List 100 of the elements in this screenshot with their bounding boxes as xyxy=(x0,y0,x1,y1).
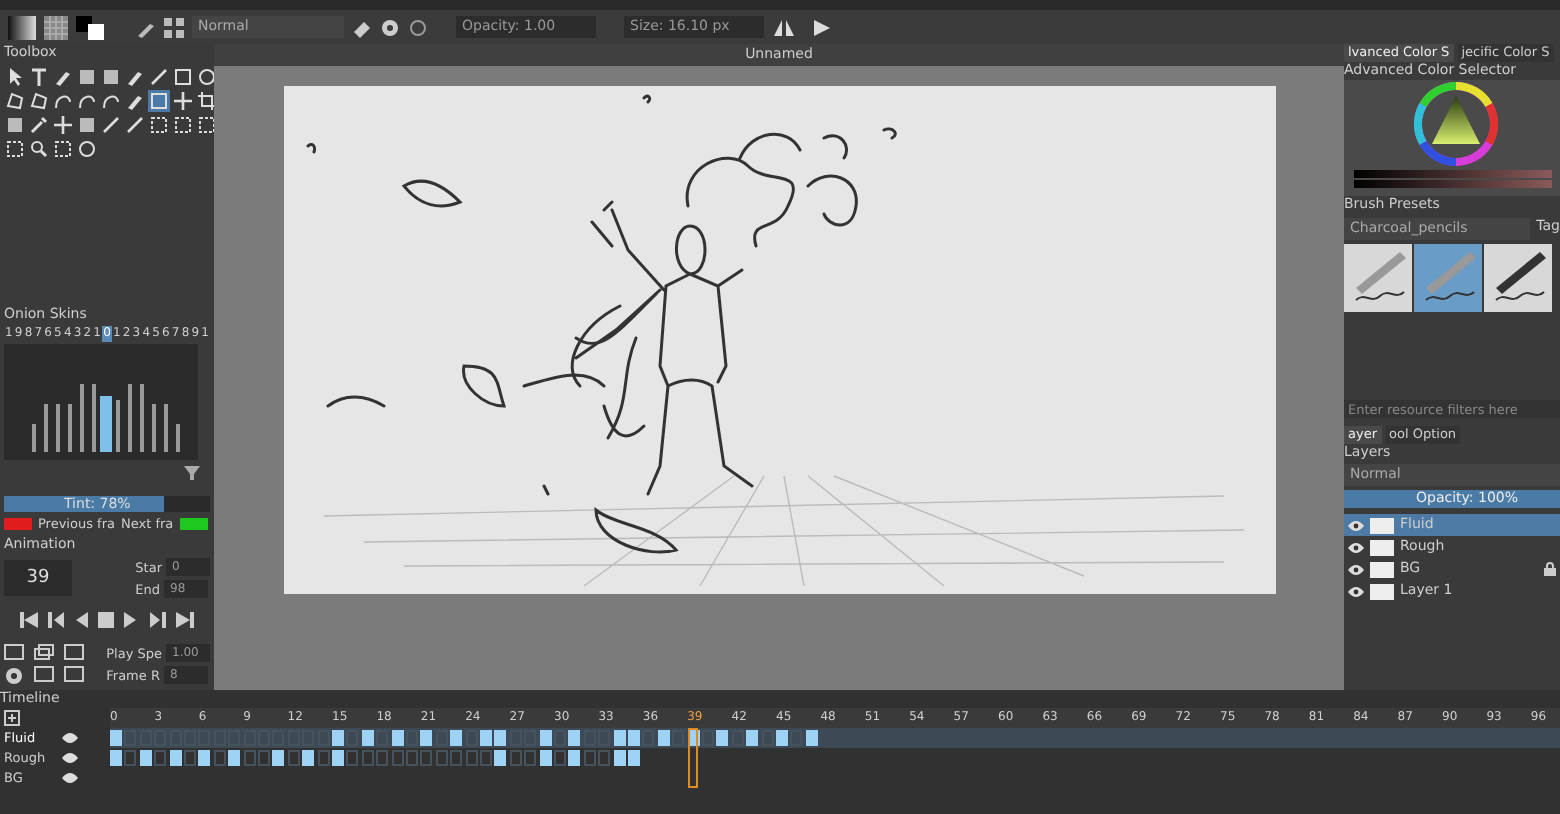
keyframe[interactable] xyxy=(539,730,552,746)
keyframe[interactable] xyxy=(169,750,182,766)
curve-tool-icon[interactable] xyxy=(52,90,74,112)
brush-tool-icon[interactable] xyxy=(52,66,74,88)
empty-frame-cell[interactable] xyxy=(598,730,611,746)
empty-frame-cell[interactable] xyxy=(317,730,330,746)
keyframe[interactable] xyxy=(420,730,433,746)
empty-frame-cell[interactable] xyxy=(435,750,448,766)
eye-icon[interactable] xyxy=(1348,585,1364,597)
ellipse-tool-icon[interactable] xyxy=(76,138,98,160)
current-frame-field[interactable]: 39 xyxy=(4,560,72,596)
ellipse-tool-icon[interactable] xyxy=(196,66,214,88)
skip-start-icon[interactable] xyxy=(20,612,39,628)
keyframe[interactable] xyxy=(272,750,285,766)
keyframe[interactable] xyxy=(228,750,241,766)
keyframe[interactable] xyxy=(657,730,670,746)
step-forward-icon[interactable] xyxy=(147,612,166,628)
color-swatch-icon[interactable] xyxy=(76,15,104,39)
gear-icon[interactable] xyxy=(380,17,400,37)
select-tool-icon[interactable] xyxy=(148,114,170,136)
empty-frame-cell[interactable] xyxy=(790,730,803,746)
timeline-track[interactable] xyxy=(110,728,1560,748)
curve-tool-icon[interactable] xyxy=(100,90,122,112)
empty-frame-cell[interactable] xyxy=(258,730,270,746)
empty-frame-cell[interactable] xyxy=(376,730,389,746)
fill-tool-icon[interactable] xyxy=(76,114,98,136)
empty-frame-cell[interactable] xyxy=(124,750,137,766)
empty-frame-cell[interactable] xyxy=(361,750,374,766)
empty-frame-cell[interactable] xyxy=(346,730,359,746)
empty-frame-cell[interactable] xyxy=(583,750,596,766)
empty-frame-cell[interactable] xyxy=(287,730,300,746)
empty-frame-cell[interactable] xyxy=(598,750,611,766)
color-swatch[interactable] xyxy=(4,518,32,530)
pencil-preset-icon[interactable] xyxy=(1484,244,1552,312)
empty-frame-cell[interactable] xyxy=(243,750,256,766)
empty-frame-cell[interactable] xyxy=(302,730,315,746)
eraser-icon[interactable] xyxy=(352,17,372,37)
empty-frame-cell[interactable] xyxy=(524,730,537,746)
line-tool-icon[interactable] xyxy=(100,114,122,136)
picker-tool-icon[interactable] xyxy=(28,114,50,136)
empty-frame-cell[interactable] xyxy=(287,750,300,766)
empty-frame-cell[interactable] xyxy=(435,730,448,746)
move-tool-icon[interactable] xyxy=(52,114,74,136)
keyframe[interactable] xyxy=(568,750,581,766)
empty-frame-cell[interactable] xyxy=(184,750,196,766)
eye-icon[interactable] xyxy=(1348,563,1364,575)
fill-tool-icon[interactable] xyxy=(4,114,26,136)
empty-frame-cell[interactable] xyxy=(391,750,404,766)
keyframe[interactable] xyxy=(494,750,507,766)
step-back-icon[interactable] xyxy=(48,612,67,628)
empty-frame-cell[interactable] xyxy=(509,730,522,746)
empty-frame-cell[interactable] xyxy=(406,750,418,766)
keyframe[interactable] xyxy=(198,750,211,766)
empty-frame-cell[interactable] xyxy=(420,750,433,766)
poly-tool-icon[interactable] xyxy=(28,90,50,112)
keyframe[interactable] xyxy=(613,730,626,746)
empty-frame-cell[interactable] xyxy=(406,730,418,746)
empty-frame-cell[interactable] xyxy=(154,750,167,766)
onion-skin-opacity-drawing[interactable] xyxy=(4,344,198,460)
keyframe[interactable] xyxy=(805,730,818,746)
gradient-icon[interactable] xyxy=(8,15,36,39)
eye-icon[interactable] xyxy=(1348,519,1364,531)
empty-frame-cell[interactable] xyxy=(761,730,774,746)
line-tool-icon[interactable] xyxy=(148,66,170,88)
stop-icon[interactable] xyxy=(98,612,115,628)
keyframe[interactable] xyxy=(361,730,374,746)
pattern-icon[interactable] xyxy=(44,15,68,39)
empty-frame-cell[interactable] xyxy=(465,730,478,746)
curve-tool-icon[interactable] xyxy=(76,90,98,112)
empty-frame-cell[interactable] xyxy=(731,730,744,746)
empty-frame-cell[interactable] xyxy=(228,730,241,746)
empty-frame-cell[interactable] xyxy=(243,730,256,746)
keyframe[interactable] xyxy=(568,730,581,746)
empty-frame-cell[interactable] xyxy=(642,730,655,746)
empty-frame-cell[interactable] xyxy=(213,750,226,766)
empty-frame-cell[interactable] xyxy=(317,750,330,766)
fill-tool-icon[interactable] xyxy=(76,66,98,88)
empty-frame-cell[interactable] xyxy=(346,750,359,766)
lock-icon[interactable] xyxy=(1544,562,1556,576)
rect-tool-icon[interactable] xyxy=(172,66,194,88)
pointer-tool-icon[interactable] xyxy=(4,66,26,88)
gear-icon[interactable] xyxy=(4,665,24,685)
empty-frame-cell[interactable] xyxy=(184,730,196,746)
empty-frame-cell[interactable] xyxy=(702,730,714,746)
select-tool-icon[interactable] xyxy=(172,114,194,136)
empty-frame-cell[interactable] xyxy=(554,730,566,746)
empty-frame-cell[interactable] xyxy=(198,730,211,746)
empty-frame-cell[interactable] xyxy=(450,750,463,766)
crop-tool-icon[interactable] xyxy=(196,90,214,112)
play-reverse-icon[interactable] xyxy=(75,612,90,628)
color-swatch[interactable] xyxy=(179,518,208,530)
brush-tool-icon[interactable] xyxy=(124,90,146,112)
select-tool-icon[interactable] xyxy=(4,138,26,160)
empty-frame-cell[interactable] xyxy=(124,730,137,746)
add-icon[interactable] xyxy=(4,710,20,726)
poly-tool-icon[interactable] xyxy=(4,90,26,112)
empty-frame-cell[interactable] xyxy=(213,730,226,746)
empty-frame-cell[interactable] xyxy=(524,750,537,766)
empty-frame-cell[interactable] xyxy=(169,730,182,746)
text-tool-icon[interactable] xyxy=(28,66,50,88)
